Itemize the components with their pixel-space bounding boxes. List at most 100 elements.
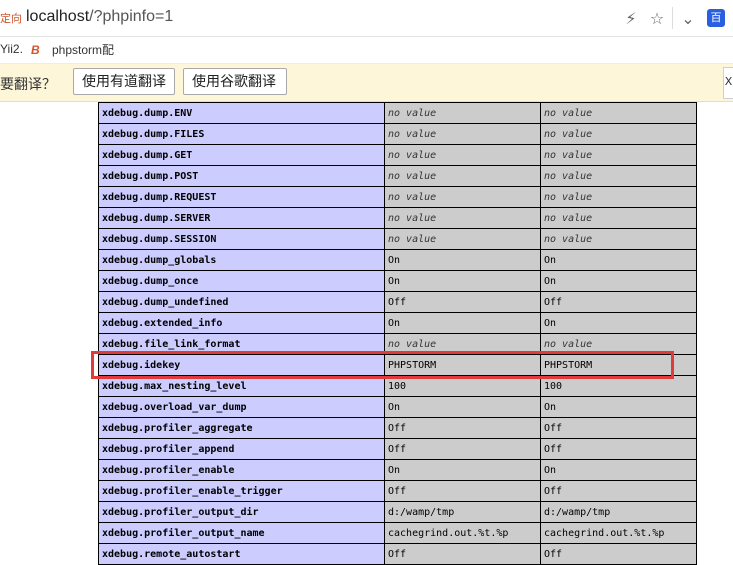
directive-name: xdebug.file_link_format (98, 333, 385, 355)
table-row: xdebug.dump_once On On (98, 270, 697, 292)
directive-name: xdebug.dump.REQUEST (98, 186, 385, 208)
local-value: On (384, 270, 541, 292)
local-value: d:/wamp/tmp (384, 501, 541, 523)
address-divider (672, 7, 673, 29)
local-value: no value (384, 102, 541, 124)
address-bar-actions: ⚡ ☆ ⌄ 百 (618, 6, 733, 30)
master-value: On (540, 270, 697, 292)
local-value: On (384, 396, 541, 418)
master-value: no value (540, 207, 697, 229)
close-translate-button[interactable]: X (723, 67, 733, 99)
directive-name: xdebug.profiler_aggregate (98, 417, 385, 439)
youdao-translate-button[interactable]: 使用有道翻译 (73, 68, 175, 95)
local-value: cachegrind.out.%t.%p (384, 522, 541, 544)
table-row: xdebug.overload_var_dump On On (98, 396, 697, 418)
bookmark-phpstorm[interactable]: B phpstorm配 (31, 41, 114, 58)
master-value: On (540, 312, 697, 334)
table-row: xdebug.profiler_output_name cachegrind.ou… (98, 522, 697, 544)
table-row: xdebug.remote_autostart Off Off (98, 543, 697, 565)
master-value: On (540, 396, 697, 418)
table-row: xdebug.dump.GET no value no value (98, 144, 697, 166)
local-value: Off (384, 543, 541, 565)
table-row: xdebug.profiler_aggregate Off Off (98, 417, 697, 439)
table-row: xdebug.profiler_enable_trigger Off Off (98, 480, 697, 502)
table-row: xdebug.dump.ENV no value no value (98, 102, 697, 124)
local-value: On (384, 249, 541, 271)
google-translate-button[interactable]: 使用谷歌翻译 (183, 68, 287, 95)
address-bar: 定向 localhost/?phpinfo=1 ⚡ ☆ ⌄ 百 (0, 0, 733, 37)
table-row: xdebug.idekey PHPSTORM PHPSTORM (98, 354, 697, 376)
master-value: Off (540, 291, 697, 313)
local-value: no value (384, 186, 541, 208)
baidu-search-icon[interactable]: 百 (707, 9, 725, 27)
table-row: xdebug.dump.FILES no value no value (98, 123, 697, 145)
master-value: Off (540, 438, 697, 460)
directive-name: xdebug.remote_autostart (98, 543, 385, 565)
local-value: 100 (384, 375, 541, 397)
directive-name: xdebug.dump_once (98, 270, 385, 292)
master-value: d:/wamp/tmp (540, 501, 697, 523)
master-value: no value (540, 333, 697, 355)
directive-name: xdebug.dump.SERVER (98, 207, 385, 229)
master-value: Off (540, 480, 697, 502)
master-value: On (540, 249, 697, 271)
local-value: PHPSTORM (384, 354, 541, 376)
bookmark-phpstorm-label: phpstorm配 (52, 43, 115, 57)
table-row: xdebug.profiler_append Off Off (98, 438, 697, 460)
directive-name: xdebug.profiler_enable (98, 459, 385, 481)
translate-prompt: 要翻译？ (0, 77, 56, 93)
directive-name: xdebug.max_nesting_level (98, 375, 385, 397)
master-value: 100 (540, 375, 697, 397)
directive-name: xdebug.dump.POST (98, 165, 385, 187)
master-value: Off (540, 417, 697, 439)
phpstorm-icon: B (31, 42, 46, 57)
xdebug-config-table: xdebug.dump.ENV no value no value xdebug.du… (98, 102, 697, 565)
master-value: cachegrind.out.%t.%p (540, 522, 697, 544)
master-value: no value (540, 165, 697, 187)
directive-name: xdebug.profiler_append (98, 438, 385, 460)
directive-name: xdebug.idekey (98, 354, 385, 376)
directive-name: xdebug.overload_var_dump (98, 396, 385, 418)
local-value: no value (384, 165, 541, 187)
local-value: no value (384, 207, 541, 229)
local-value: no value (384, 228, 541, 250)
directive-name: xdebug.dump.FILES (98, 123, 385, 145)
master-value: Off (540, 543, 697, 565)
directive-name: xdebug.dump.ENV (98, 102, 385, 124)
local-value: no value (384, 333, 541, 355)
address-prefix-label: 定向 (0, 12, 22, 25)
table-row: xdebug.dump.SESSION no value no value (98, 228, 697, 250)
table-row: xdebug.extended_info On On (98, 312, 697, 334)
table-row: xdebug.profiler_output_dir d:/wamp/tmp d:/… (98, 501, 697, 523)
table-row: xdebug.dump.REQUEST no value no value (98, 186, 697, 208)
local-value: Off (384, 417, 541, 439)
local-value: Off (384, 480, 541, 502)
table-row: xdebug.dump_globals On On (98, 249, 697, 271)
table-row: xdebug.file_link_format no value no value (98, 333, 697, 355)
table-row: xdebug.dump.POST no value no value (98, 165, 697, 187)
local-value: Off (384, 438, 541, 460)
master-value: no value (540, 102, 697, 124)
local-value: On (384, 459, 541, 481)
directive-name: xdebug.dump.GET (98, 144, 385, 166)
local-value: no value (384, 123, 541, 145)
chevron-down-icon[interactable]: ⌄ (675, 9, 701, 28)
directive-name: xdebug.profiler_output_dir (98, 501, 385, 523)
translate-bar: 要翻译？ 使用有道翻译 使用谷歌翻译 X (0, 64, 733, 102)
star-icon[interactable]: ☆ (644, 9, 670, 28)
directive-name: xdebug.extended_info (98, 312, 385, 334)
table-row: xdebug.dump_undefined Off Off (98, 291, 697, 313)
url-path: /?phpinfo=1 (89, 8, 174, 25)
url-host: localhost (26, 8, 90, 25)
lightning-icon[interactable]: ⚡ (618, 9, 644, 28)
directive-name: xdebug.dump_globals (98, 249, 385, 271)
directive-name: xdebug.dump.SESSION (98, 228, 385, 250)
local-value: Off (384, 291, 541, 313)
bookmarks-bar: Yii2. B phpstorm配 (0, 37, 733, 64)
local-value: On (384, 312, 541, 334)
master-value: PHPSTORM (540, 354, 697, 376)
table-row: xdebug.dump.SERVER no value no value (98, 207, 697, 229)
directive-name: xdebug.dump_undefined (98, 291, 385, 313)
bookmark-yii2[interactable]: Yii2. (0, 42, 23, 56)
url-field[interactable]: localhost/?phpinfo=1 (26, 8, 173, 26)
